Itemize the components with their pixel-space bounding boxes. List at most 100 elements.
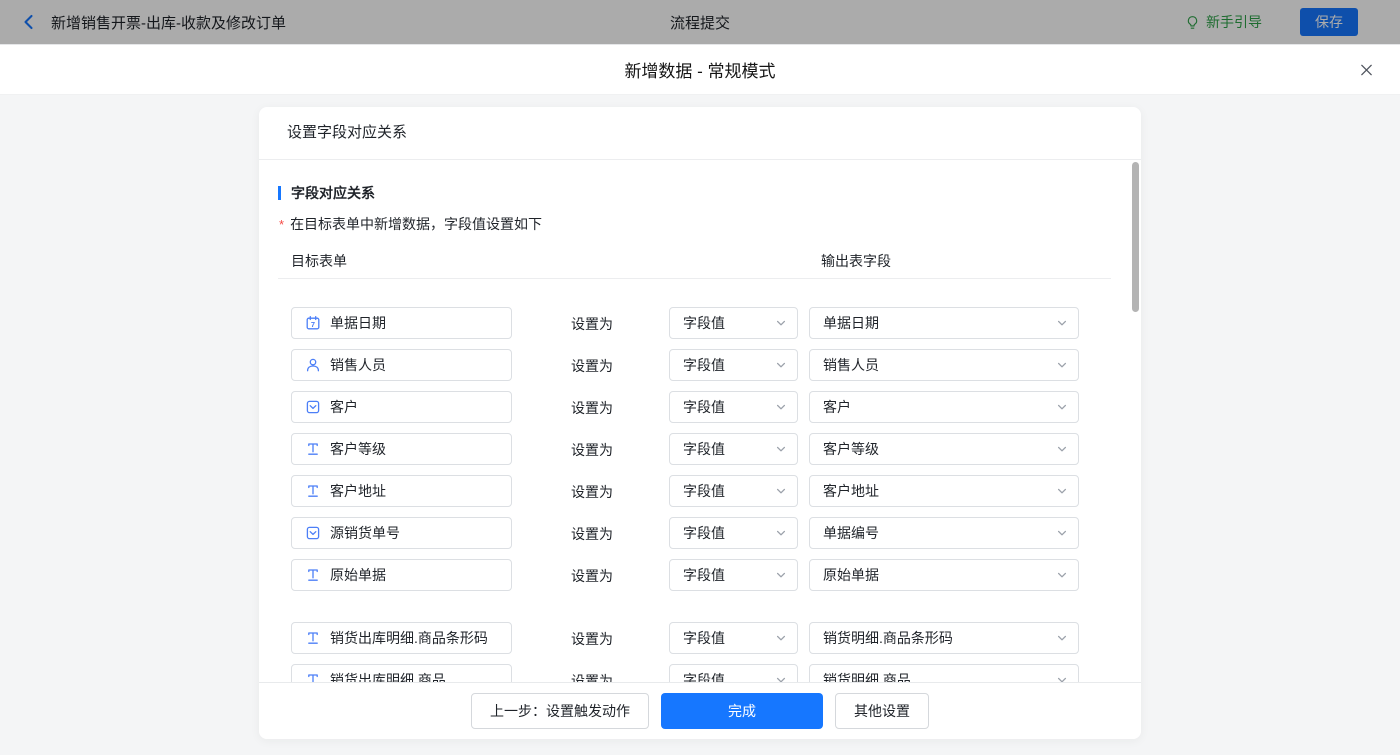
beginner-guide-link[interactable]: 新手引导 [1185, 12, 1262, 32]
dialog-title: 新增数据 - 常规模式 [624, 62, 776, 81]
scrollbar-thumb[interactable] [1132, 162, 1139, 312]
lightbulb-icon [1185, 15, 1200, 30]
set-as-label: 设置为 [571, 484, 613, 500]
output-field-select[interactable]: 销货明细.商品 [809, 664, 1079, 682]
set-as-label: 设置为 [571, 400, 613, 416]
output-field-value: 单据日期 [823, 315, 879, 331]
dialog-header: 新增数据 - 常规模式 [0, 45, 1400, 95]
output-field-select[interactable]: 原始单据 [809, 559, 1079, 591]
value-mode-select[interactable]: 字段值 [669, 349, 798, 381]
panel-title: 设置字段对应关系 [259, 107, 1141, 160]
chevron-down-icon [775, 485, 787, 497]
back-button[interactable] [20, 13, 38, 31]
target-field-label: 销货出库明细.商品 [330, 672, 446, 682]
target-field-box: 销货出库明细.商品 [291, 664, 512, 682]
value-mode-value: 字段值 [683, 483, 725, 499]
field-mapping-row: 客户地址 设置为 字段值 客户地址 [259, 475, 1141, 507]
output-field-select[interactable]: 销货明细.商品条形码 [809, 622, 1079, 654]
text-icon [305, 567, 321, 583]
output-field-value: 客户 [823, 399, 851, 415]
output-field-value: 客户等级 [823, 441, 879, 457]
set-as-label: 设置为 [571, 526, 613, 542]
workflow-title: 新增销售开票-出库-收款及修改订单 [51, 14, 286, 32]
set-as-label: 设置为 [571, 631, 613, 647]
value-mode-select[interactable]: 字段值 [669, 475, 798, 507]
value-mode-value: 字段值 [683, 525, 725, 541]
text-icon [305, 441, 321, 457]
target-field-label: 销货出库明细.商品条形码 [330, 630, 488, 646]
column-header-target-form: 目标表单 [291, 253, 347, 269]
user-icon [305, 357, 321, 373]
value-mode-value: 字段值 [683, 357, 725, 373]
section-marker-bar [278, 186, 281, 200]
chevron-left-icon [20, 13, 38, 31]
save-button[interactable]: 保存 [1300, 8, 1358, 36]
field-mapping-panel: 设置字段对应关系 字段对应关系 * 在目标表单中新增数据，字段值设置如下 目标表单… [259, 107, 1141, 739]
output-field-select[interactable]: 客户 [809, 391, 1079, 423]
output-field-value: 销售人员 [823, 357, 879, 373]
svg-text:7: 7 [311, 320, 315, 329]
output-field-select[interactable]: 客户地址 [809, 475, 1079, 507]
value-mode-select[interactable]: 字段值 [669, 559, 798, 591]
value-mode-select[interactable]: 字段值 [669, 307, 798, 339]
close-button[interactable] [1359, 62, 1374, 77]
target-field-box: 销售人员 [291, 349, 512, 381]
calendar-icon: 7 [305, 315, 321, 331]
target-field-label: 单据日期 [330, 315, 386, 331]
hint-text: 在目标表单中新增数据，字段值设置如下 [290, 216, 543, 232]
chevron-down-icon [1056, 527, 1068, 539]
field-mapping-row: 客户 设置为 字段值 客户 [259, 391, 1141, 423]
target-field-box: 源销货单号 [291, 517, 512, 549]
panel-footer: 上一步：设置触发动作 完成 其他设置 [259, 682, 1141, 739]
text-icon [305, 672, 321, 682]
output-field-select[interactable]: 单据编号 [809, 517, 1079, 549]
field-mapping-row: 销货出库明细.商品 设置为 字段值 销货明细.商品 [259, 664, 1141, 682]
chevron-down-icon [775, 443, 787, 455]
select-icon [305, 399, 321, 415]
header-separator [278, 278, 1111, 279]
other-settings-button[interactable]: 其他设置 [835, 693, 929, 729]
previous-step-button[interactable]: 上一步：设置触发动作 [471, 693, 649, 729]
value-mode-select[interactable]: 字段值 [669, 391, 798, 423]
chevron-down-icon [1056, 485, 1068, 497]
output-field-select[interactable]: 单据日期 [809, 307, 1079, 339]
chevron-down-icon [775, 674, 787, 682]
text-icon [305, 630, 321, 646]
chevron-down-icon [1056, 443, 1068, 455]
field-mapping-group: 销货出库明细.商品条形码 设置为 字段值 销货明细.商品条形码 销货出库明细.商… [259, 622, 1141, 682]
set-as-label: 设置为 [571, 568, 613, 584]
set-as-label: 设置为 [571, 673, 613, 682]
target-field-box: 销货出库明细.商品条形码 [291, 622, 512, 654]
topbar-actions: 新手引导 保存 [1185, 8, 1358, 36]
select-icon [305, 525, 321, 541]
chevron-down-icon [775, 359, 787, 371]
close-icon [1359, 62, 1374, 77]
output-field-value: 单据编号 [823, 525, 879, 541]
set-as-label: 设置为 [571, 442, 613, 458]
value-mode-select[interactable]: 字段值 [669, 664, 798, 682]
target-field-label: 销售人员 [330, 357, 386, 373]
panel-body: 字段对应关系 * 在目标表单中新增数据，字段值设置如下 目标表单 输出表字段 7 … [259, 160, 1141, 682]
value-mode-select[interactable]: 字段值 [669, 622, 798, 654]
output-field-select[interactable]: 客户等级 [809, 433, 1079, 465]
set-as-label: 设置为 [571, 316, 613, 332]
field-mapping-row: 销货出库明细.商品条形码 设置为 字段值 销货明细.商品条形码 [259, 622, 1141, 654]
value-mode-select[interactable]: 字段值 [669, 517, 798, 549]
chevron-down-icon [1056, 674, 1068, 682]
chevron-down-icon [775, 569, 787, 581]
chevron-down-icon [775, 632, 787, 644]
output-field-select[interactable]: 销售人员 [809, 349, 1079, 381]
chevron-down-icon [775, 527, 787, 539]
target-field-label: 客户地址 [330, 483, 386, 499]
chevron-down-icon [775, 401, 787, 413]
value-mode-select[interactable]: 字段值 [669, 433, 798, 465]
target-field-label: 源销货单号 [330, 525, 400, 541]
field-mapping-group: 7 单据日期 设置为 字段值 单据日期 销售人员 设置为 字段值 销售人员 客户 [259, 307, 1141, 591]
target-field-box: 原始单据 [291, 559, 512, 591]
beginner-guide-label: 新手引导 [1206, 14, 1262, 30]
target-field-box: 客户 [291, 391, 512, 423]
finish-button[interactable]: 完成 [661, 693, 823, 729]
target-field-box: 7 单据日期 [291, 307, 512, 339]
column-headers: 目标表单 输出表字段 [259, 251, 1141, 271]
section-heading: 字段对应关系 [278, 183, 1141, 203]
